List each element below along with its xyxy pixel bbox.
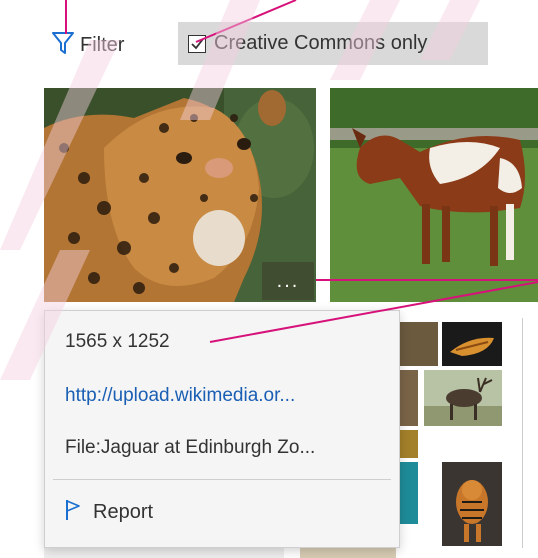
thumbnail-horse[interactable] — [330, 88, 538, 302]
image-dimensions: 1565 x 1252 — [65, 331, 170, 352]
thumbnail-cell[interactable] — [398, 462, 418, 524]
image-context-menu: 1565 x 1252 http://upload.wikimedia.or..… — [44, 310, 400, 548]
flag-icon — [65, 499, 81, 526]
creative-commons-toggle[interactable]: Creative Commons only — [178, 22, 488, 65]
filter-button[interactable]: Filter — [52, 30, 124, 60]
report-label: Report — [93, 501, 154, 523]
image-search-pane: ... Filter Creative Commons only 1565 x … — [0, 0, 538, 558]
menu-divider — [53, 479, 391, 480]
results-panel-edge — [522, 318, 538, 548]
thumbnail-shell[interactable] — [442, 322, 502, 366]
more-options-button[interactable]: ... — [262, 262, 314, 300]
thumbnail-cell[interactable] — [398, 430, 418, 458]
thumbnail-tiger[interactable] — [442, 462, 502, 546]
thumbnail-cell[interactable] — [398, 370, 418, 426]
creative-commons-label: Creative Commons only — [214, 32, 428, 54]
filter-icon — [52, 31, 74, 60]
thumbnail-cell[interactable] — [398, 322, 438, 366]
creative-commons-checkbox[interactable] — [188, 34, 206, 53]
thumbnail-reindeer[interactable] — [424, 370, 502, 426]
image-url-link[interactable]: http://upload.wikimedia.or... — [65, 385, 295, 407]
image-filename: File:Jaguar at Edinburgh Zo... — [65, 437, 316, 458]
filter-label: Filter — [80, 33, 125, 56]
report-button[interactable]: Report — [65, 499, 153, 526]
